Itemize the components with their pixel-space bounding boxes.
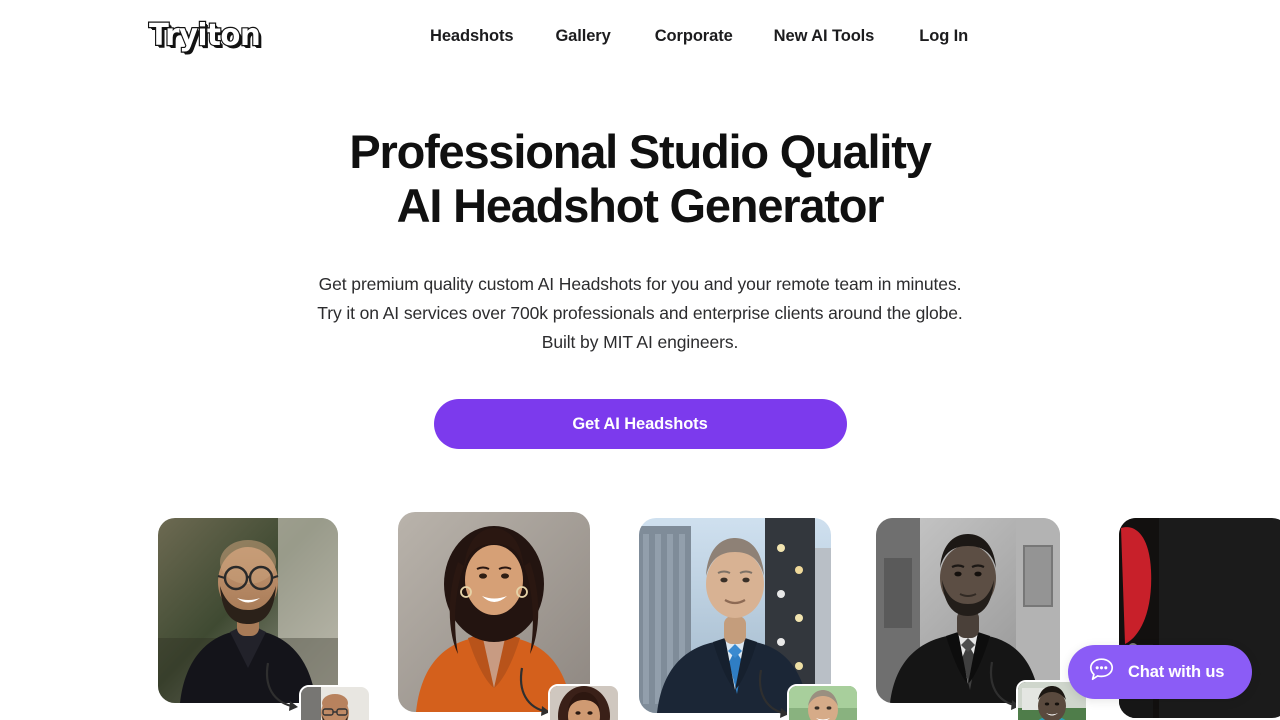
page-title-line-2: AI Headshot Generator [396,179,885,232]
nav-item-corporate[interactable]: Corporate [655,24,733,48]
gallery-card-2-image [398,512,590,712]
nav-item-log-in[interactable]: Log In [919,24,968,48]
headshot-photo-4 [876,518,1060,703]
get-ai-headshots-button[interactable]: Get AI Headshots [433,399,847,449]
headshot-photo-1 [158,518,338,703]
gallery-card-4-image [876,518,1060,703]
gallery-card-1[interactable] [158,518,371,720]
gallery-card-3[interactable] [639,518,859,720]
hero-section: Professional Studio Quality AI Headshot … [0,125,1280,449]
site-header: Tryiton Headshots Gallery Corporate New … [0,0,1280,74]
before-photo-3 [789,686,857,720]
page-title-line-1: Professional Studio Quality [349,125,932,178]
before-thumbnail-1[interactable] [299,685,371,720]
nav-item-new-ai-tools[interactable]: New AI Tools [774,24,875,48]
before-thumbnail-2[interactable] [548,684,620,720]
nav-item-gallery[interactable]: Gallery [555,24,610,48]
before-photo-2 [550,686,618,720]
before-photo-1 [301,687,369,720]
gallery-card-1-image [158,518,338,703]
chat-bubble-dots-icon [1088,656,1115,688]
page-title: Professional Studio Quality AI Headshot … [0,125,1280,233]
nav-item-headshots[interactable]: Headshots [430,24,514,48]
chat-with-us-button[interactable]: Chat with us [1068,645,1252,699]
gallery-card-4[interactable] [876,518,1088,720]
hero-subtitle: Get premium quality custom AI Headshots … [317,274,963,352]
cta-container: Get AI Headshots [0,399,1280,449]
chat-with-us-label: Chat with us [1128,662,1225,681]
landing-page: Tryiton Headshots Gallery Corporate New … [0,0,1280,720]
before-thumbnail-3[interactable] [787,684,859,720]
brand-logo[interactable]: Tryiton [148,17,262,55]
headshot-photo-2 [398,512,590,712]
main-navigation: Headshots Gallery Corporate New AI Tools… [430,24,968,48]
gallery-card-2[interactable] [398,512,620,720]
